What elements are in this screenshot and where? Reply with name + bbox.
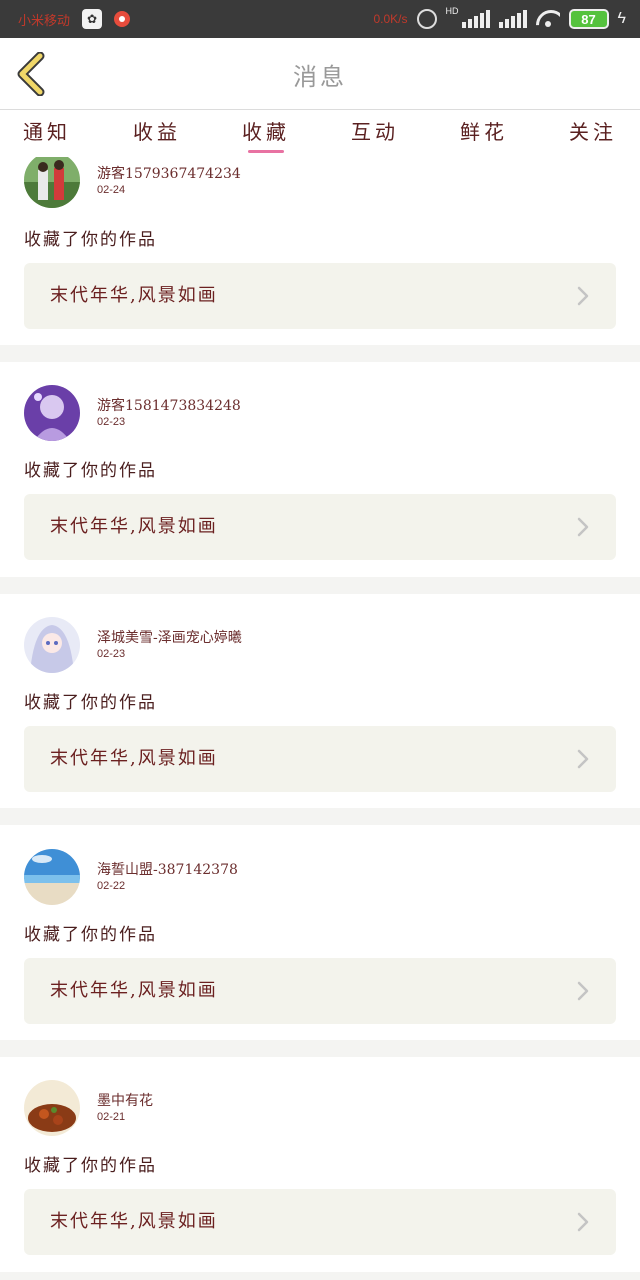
tab-interactions[interactable]: 互动 [335, 117, 415, 157]
item-date: 02-24 [97, 184, 126, 196]
tab-following[interactable]: 关注 [553, 117, 633, 157]
work-link[interactable]: 末代年华,风景如画 [24, 1189, 616, 1255]
weibo-icon [114, 11, 131, 27]
status-bar: 小米移动 ✿ 0.0K/s HD 87 ϟ [0, 0, 640, 38]
page-title: 消息 [293, 62, 347, 91]
user-name[interactable]: 泽城美雪-泽画宠心婷曦 [97, 627, 242, 647]
battery-icon: 87 [568, 9, 609, 29]
item-date: 02-23 [97, 648, 126, 660]
alarm-icon [416, 9, 437, 29]
chevron-right-icon [577, 286, 589, 306]
chevron-right-icon [577, 749, 589, 769]
chevron-right-icon [577, 981, 589, 1001]
favorites-list[interactable]: 游客1579367474234 02-24 收藏了你的作品 末代年华,风景如画 … [0, 157, 640, 1280]
avatar[interactable] [24, 385, 80, 441]
tab-label: 关注 [569, 120, 617, 144]
signal-icon [461, 10, 490, 28]
list-item: 泽城美雪-泽画宠心婷曦 02-23 收藏了你的作品 末代年华,风景如画 [0, 594, 640, 808]
work-link[interactable]: 末代年华,风景如画 [24, 958, 616, 1024]
chevron-left-icon [17, 51, 45, 97]
tab-bar: 通知 收益 收藏 互动 鲜花 关注 [0, 111, 640, 157]
tab-label: 互动 [351, 120, 399, 144]
signal-icon [498, 10, 527, 28]
network-speed: 0.0K/s [373, 12, 408, 26]
battery-level: 87 [581, 11, 596, 27]
user-name[interactable]: 游客1581473834248 [97, 395, 241, 415]
tab-notifications[interactable]: 通知 [7, 117, 87, 157]
user-name[interactable]: 海誓山盟-387142378 [97, 859, 238, 879]
network-type: HD [445, 6, 459, 16]
tab-earnings[interactable]: 收益 [117, 117, 197, 157]
work-title: 末代年华,风景如画 [50, 980, 218, 1001]
list-item: 游客1581473834248 02-23 收藏了你的作品 末代年华,风景如画 [0, 362, 640, 577]
work-link[interactable]: 末代年华,风景如画 [24, 726, 616, 792]
item-date: 02-22 [97, 880, 126, 892]
action-text: 收藏了你的作品 [24, 693, 157, 713]
paw-icon: ✿ [82, 9, 103, 29]
tab-favorites[interactable]: 收藏 [226, 117, 306, 157]
list-item: 游客1579367474234 02-24 收藏了你的作品 末代年华,风景如画 [0, 157, 640, 345]
action-text: 收藏了你的作品 [24, 461, 157, 481]
action-text: 收藏了你的作品 [24, 230, 157, 250]
action-text: 收藏了你的作品 [24, 925, 157, 945]
work-title: 末代年华,风景如画 [50, 1211, 218, 1232]
work-link[interactable]: 末代年华,风景如画 [24, 494, 616, 560]
nav-bar: 消息 [0, 38, 640, 110]
tab-label: 收藏 [242, 120, 290, 144]
carrier-label: 小米移动 [18, 12, 71, 28]
avatar[interactable] [24, 617, 80, 673]
chevron-right-icon [577, 517, 589, 537]
avatar[interactable] [24, 1080, 80, 1136]
avatar[interactable] [24, 849, 80, 905]
avatar[interactable] [24, 157, 80, 208]
action-text: 收藏了你的作品 [24, 1156, 157, 1176]
item-date: 02-23 [97, 416, 126, 428]
charging-icon: ϟ [617, 10, 626, 27]
back-button[interactable] [14, 51, 48, 97]
list-item: 墨中有花 02-21 收藏了你的作品 末代年华,风景如画 [0, 1057, 640, 1272]
work-title: 末代年华,风景如画 [50, 516, 218, 537]
wifi-icon [536, 10, 560, 28]
chevron-right-icon [577, 1212, 589, 1232]
tab-flowers[interactable]: 鲜花 [444, 117, 524, 157]
work-link[interactable]: 末代年华,风景如画 [24, 263, 616, 329]
work-title: 末代年华,风景如画 [50, 748, 218, 769]
tab-label: 收益 [133, 120, 181, 144]
work-title: 末代年华,风景如画 [50, 285, 218, 306]
tab-label: 鲜花 [460, 120, 508, 144]
item-date: 02-21 [97, 1111, 126, 1123]
tab-label: 通知 [23, 120, 71, 144]
user-name[interactable]: 墨中有花 [97, 1090, 153, 1110]
list-item: 海誓山盟-387142378 02-22 收藏了你的作品 末代年华,风景如画 [0, 825, 640, 1040]
user-name[interactable]: 游客1579367474234 [97, 163, 241, 183]
